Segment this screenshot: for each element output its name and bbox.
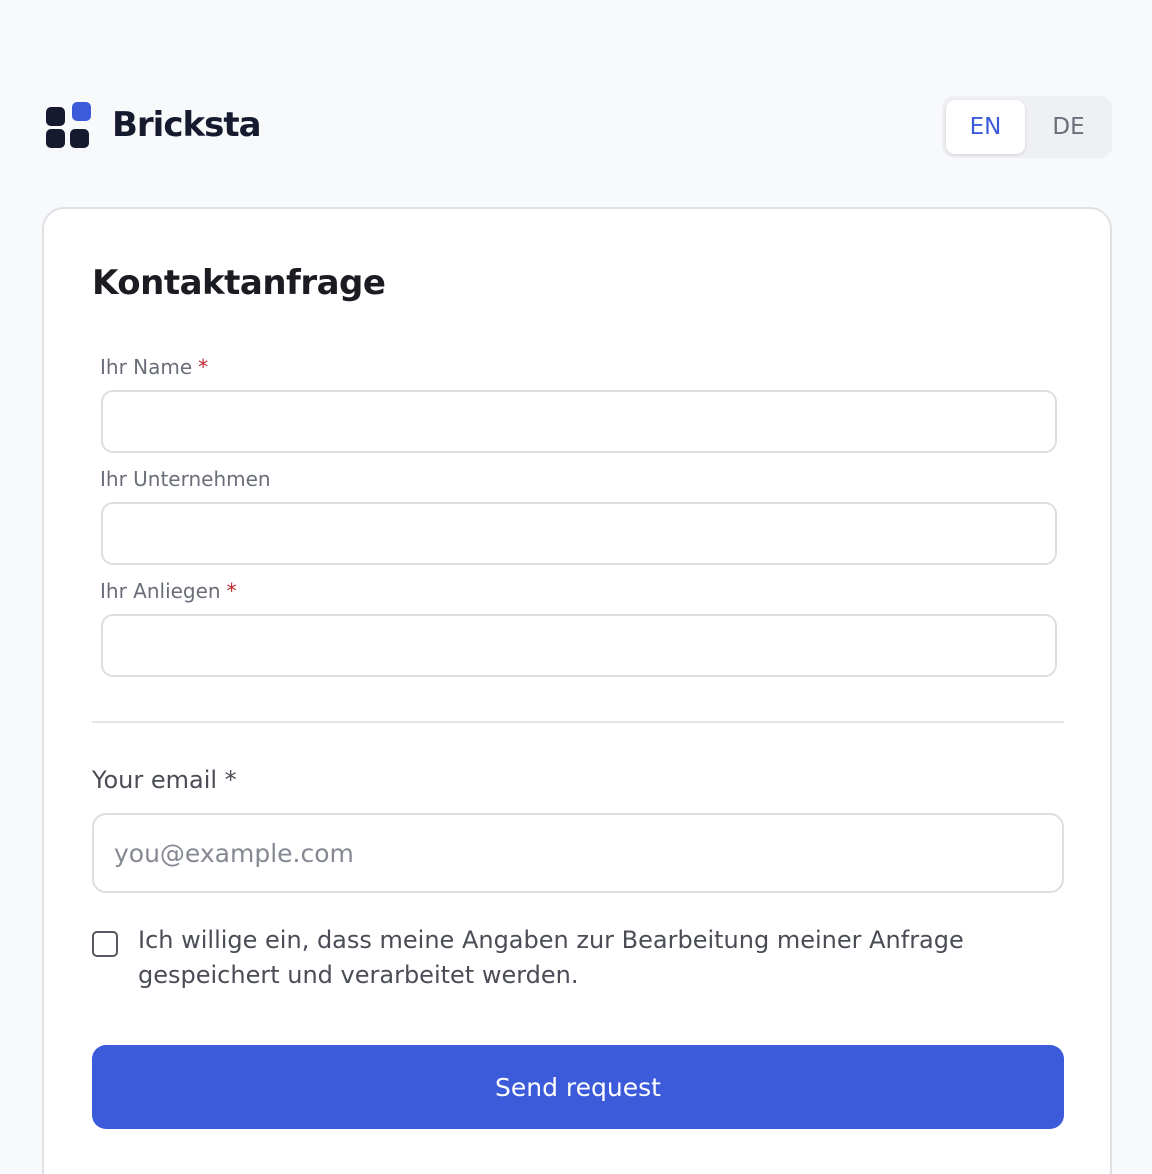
company-field-label: Ihr Unternehmen — [100, 467, 271, 491]
name-field-label: Ihr Name * — [100, 355, 208, 379]
language-switch: EN DE — [942, 96, 1112, 158]
contact-form-card: Kontaktanfrage Ihr Name * Ihr Unternehmen… — [42, 207, 1112, 1174]
required-marker: * — [198, 355, 209, 379]
page: Bricksta EN DE Kontaktanfrage Ihr Name * … — [0, 0, 1152, 1174]
consent-row: Ich willige ein, dass meine Angaben zur … — [92, 923, 1052, 993]
logo-square-top-right — [72, 102, 91, 121]
consent-text: Ich willige ein, dass meine Angaben zur … — [138, 926, 964, 989]
name-label-text: Ihr Name — [100, 355, 193, 379]
concern-input[interactable] — [101, 614, 1057, 677]
language-option-de[interactable]: DE — [1029, 100, 1108, 154]
header: Bricksta EN DE — [46, 96, 1112, 158]
brand-logo[interactable]: Bricksta — [46, 102, 262, 148]
company-label-text: Ihr Unternehmen — [100, 467, 271, 491]
concern-label-text: Ihr Anliegen — [100, 579, 221, 603]
logo-square-bottom-right — [70, 129, 89, 148]
send-request-button[interactable]: Send request — [92, 1045, 1064, 1129]
form-title: Kontaktanfrage — [92, 263, 386, 303]
email-field-label: Your email * — [92, 766, 237, 794]
section-divider — [92, 721, 1064, 723]
logo-square-top-left — [46, 107, 65, 126]
language-option-en[interactable]: EN — [946, 100, 1025, 154]
company-input[interactable] — [101, 502, 1057, 565]
required-marker: * — [226, 579, 237, 603]
name-input[interactable] — [101, 390, 1057, 453]
grid-squares-logo-icon — [46, 102, 92, 148]
consent-checkbox[interactable] — [92, 931, 118, 957]
concern-field-label: Ihr Anliegen * — [100, 579, 237, 603]
brand-name: Bricksta — [112, 105, 262, 145]
logo-square-bottom-left — [46, 129, 65, 148]
email-input[interactable] — [92, 813, 1064, 893]
